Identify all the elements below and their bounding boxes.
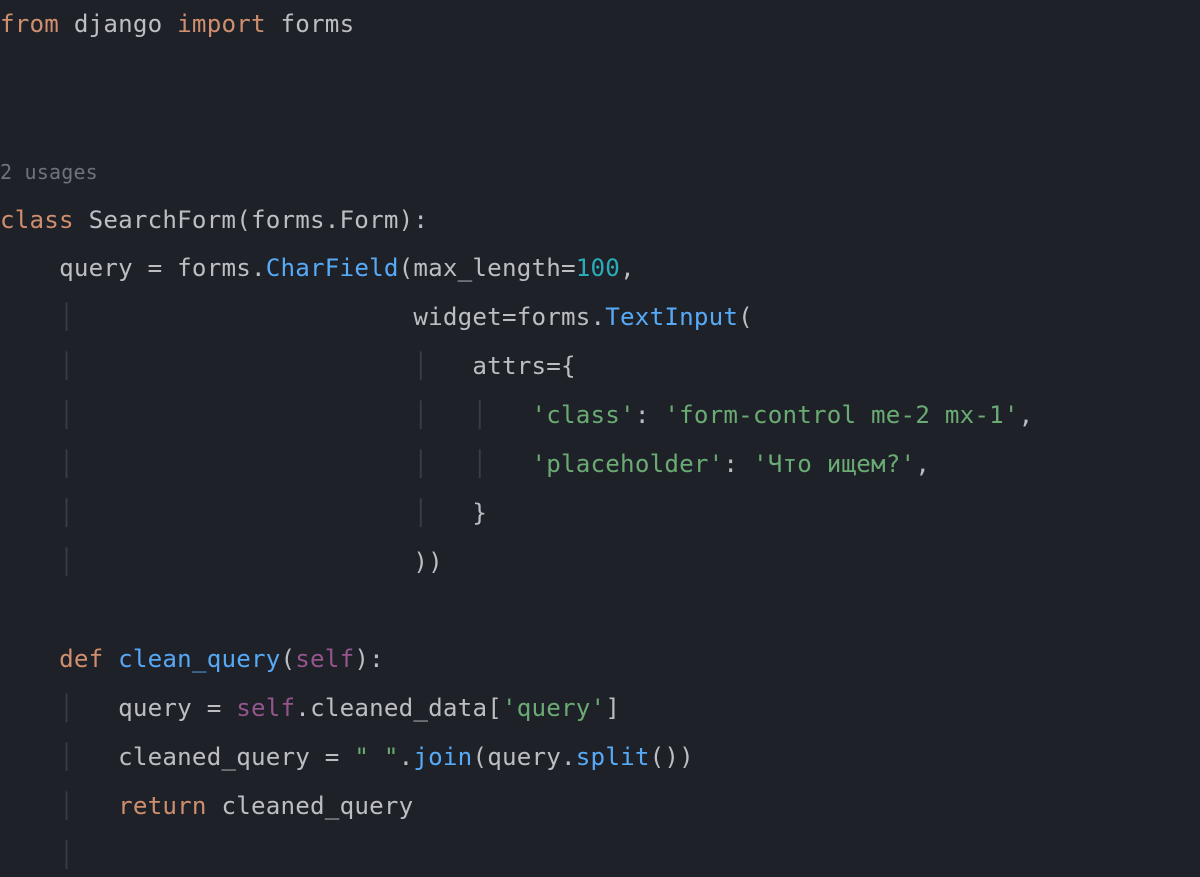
token-str: 'class' — [531, 401, 634, 429]
token-kw: return — [118, 792, 221, 820]
token-id: query — [487, 743, 561, 771]
token-str: 'Что ищем?' — [753, 450, 915, 478]
token-op: ): — [399, 206, 429, 234]
token-op: . — [295, 694, 310, 722]
token-op: )) — [413, 548, 443, 576]
token-fn: TextInput — [605, 303, 738, 331]
token-str: 'form-control me-2 mx-1' — [664, 401, 1018, 429]
token-op: = — [502, 303, 517, 331]
token-id: query — [118, 694, 207, 722]
token-op: = — [561, 254, 576, 282]
token-op: : — [723, 450, 753, 478]
token-op: . — [325, 206, 340, 234]
token-id: forms — [251, 206, 325, 234]
token-op: ( — [281, 645, 296, 673]
token-id: django — [74, 10, 163, 38]
token-op: } — [472, 499, 487, 527]
token-op: ( — [399, 254, 414, 282]
token-op: . — [251, 254, 266, 282]
token-kw: import — [177, 10, 266, 38]
token-id: cleaned_query — [118, 743, 325, 771]
token-op: . — [399, 743, 414, 771]
token-op: ( — [738, 303, 753, 331]
token-op: ( — [472, 743, 487, 771]
token-id: cleaned_data — [310, 694, 487, 722]
token-id: SearchForm — [89, 206, 237, 234]
token-op: = — [546, 352, 561, 380]
token-num: 100 — [576, 254, 620, 282]
token-id: widget — [413, 303, 502, 331]
token-id: forms — [517, 303, 591, 331]
token-op: , — [620, 254, 635, 282]
token-id: forms — [177, 254, 251, 282]
token-op: = — [148, 254, 178, 282]
token-id: query — [59, 254, 148, 282]
token-op: [ — [487, 694, 502, 722]
token-self: self — [295, 645, 354, 673]
token-fn: join — [413, 743, 472, 771]
token-fndef: clean_query — [118, 645, 280, 673]
token-str: " " — [354, 743, 398, 771]
token-kw: class — [0, 206, 89, 234]
token-op: ( — [236, 206, 251, 234]
code-editor[interactable]: from django import forms 2 usages class … — [0, 0, 1200, 877]
token-id — [266, 10, 281, 38]
token-id: Form — [340, 206, 399, 234]
token-op: , — [915, 450, 930, 478]
token-kw: from — [0, 10, 59, 38]
token-str: 'placeholder' — [531, 450, 723, 478]
token-op: : — [635, 401, 665, 429]
token-fn: CharField — [266, 254, 399, 282]
token-self: self — [236, 694, 295, 722]
token-op: { — [561, 352, 576, 380]
token-op: ()) — [650, 743, 694, 771]
token-op: = — [207, 694, 237, 722]
token-op: . — [591, 303, 606, 331]
token-op: ): — [354, 645, 384, 673]
token-op: . — [561, 743, 576, 771]
token-id: cleaned_query — [221, 792, 413, 820]
token-fn: split — [576, 743, 650, 771]
token-id: max_length — [413, 254, 561, 282]
usages-hint[interactable]: 2 usages — [0, 160, 98, 184]
token-id: forms — [281, 10, 355, 38]
token-op: ] — [605, 694, 620, 722]
token-op: = — [325, 743, 355, 771]
token-id — [59, 10, 74, 38]
token-kw: def — [59, 645, 118, 673]
token-id: attrs — [472, 352, 546, 380]
token-op: , — [1019, 401, 1034, 429]
token-str: 'query' — [502, 694, 605, 722]
token-id — [162, 10, 177, 38]
